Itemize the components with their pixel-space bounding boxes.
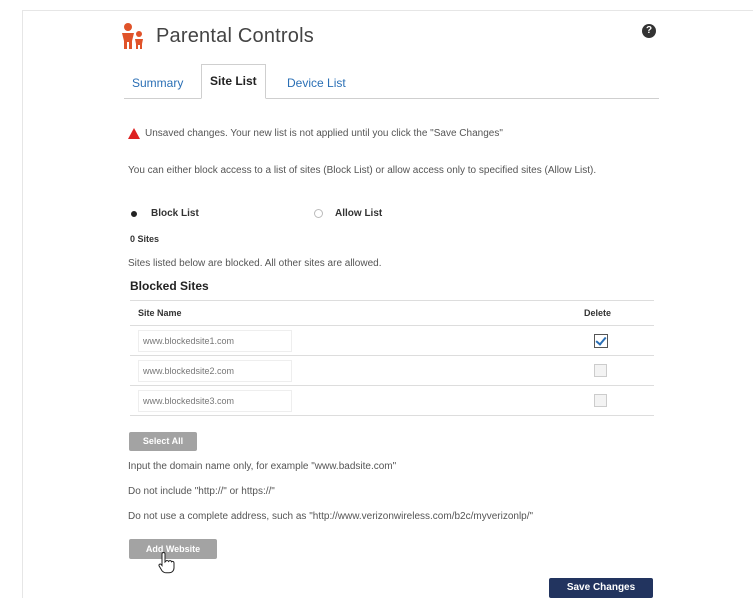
page-header: Parental Controls bbox=[118, 18, 314, 54]
radio-allow-list[interactable]: Allow List bbox=[314, 208, 382, 219]
warning-icon bbox=[128, 128, 140, 139]
tab-device-list[interactable]: Device List bbox=[279, 68, 354, 98]
delete-checkbox[interactable] bbox=[594, 364, 607, 377]
sites-count: 0 Sites bbox=[130, 234, 160, 244]
site-name-field[interactable]: www.blockedsite2.com bbox=[138, 359, 292, 382]
blocked-sites-title: Blocked Sites bbox=[130, 279, 209, 293]
radio-allow-unselected-icon[interactable] bbox=[314, 209, 323, 218]
table-row: www.blockedsite1.com bbox=[130, 325, 654, 356]
select-all-button[interactable]: Select All bbox=[129, 432, 197, 451]
hand-cursor-icon bbox=[158, 552, 175, 574]
radio-block-selected-icon[interactable] bbox=[131, 210, 137, 217]
site-name-field[interactable]: www.blockedsite1.com bbox=[138, 329, 292, 352]
radio-block-list[interactable]: Block List bbox=[131, 208, 199, 219]
save-changes-button[interactable]: Save Changes bbox=[549, 578, 653, 598]
blocked-sites-table: Site Name Delete www.blockedsite1.com ww… bbox=[130, 300, 654, 416]
tab-summary[interactable]: Summary bbox=[124, 68, 191, 98]
hint-domain-only: Input the domain name only, for example … bbox=[128, 461, 397, 472]
allow-list-label: Allow List bbox=[335, 208, 383, 219]
sites-note: Sites listed below are blocked. All othe… bbox=[128, 258, 382, 269]
table-row: www.blockedsite2.com bbox=[130, 355, 654, 386]
unsaved-warning: Unsaved changes. Your new list is not ap… bbox=[128, 128, 503, 139]
parental-controls-logo-icon bbox=[122, 23, 143, 49]
tab-bar: Summary Site List Device List bbox=[124, 64, 659, 99]
delete-checkbox[interactable] bbox=[594, 394, 607, 407]
warning-text: Unsaved changes. Your new list is not ap… bbox=[145, 128, 503, 139]
tab-site-list[interactable]: Site List bbox=[201, 64, 266, 99]
page-title: Parental Controls bbox=[156, 24, 314, 47]
intro-text: You can either block access to a list of… bbox=[128, 165, 597, 176]
frame-top-border bbox=[22, 10, 753, 11]
hint-no-full-address: Do not use a complete address, such as "… bbox=[128, 511, 534, 522]
col-site-name: Site Name bbox=[130, 300, 576, 326]
delete-checkbox[interactable] bbox=[594, 333, 608, 348]
hint-no-protocol: Do not include "http://" or https://" bbox=[128, 486, 275, 497]
table-header-row: Site Name Delete bbox=[130, 300, 654, 326]
site-name-field[interactable]: www.blockedsite3.com bbox=[138, 389, 292, 412]
help-icon[interactable]: ? bbox=[642, 24, 656, 38]
col-delete: Delete bbox=[576, 300, 654, 326]
frame-left-border bbox=[22, 10, 23, 598]
table-row: www.blockedsite3.com bbox=[130, 385, 654, 416]
block-list-label: Block List bbox=[151, 208, 199, 219]
